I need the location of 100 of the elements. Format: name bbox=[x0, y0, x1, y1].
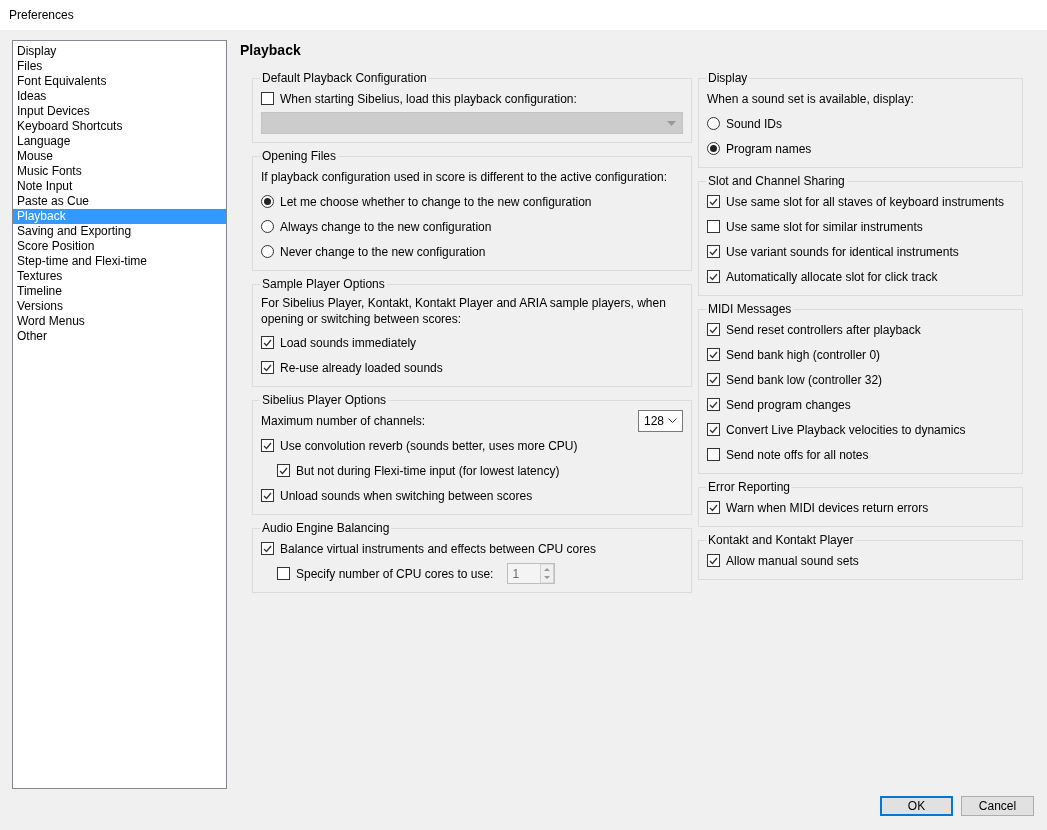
group-title: Error Reporting bbox=[707, 480, 792, 494]
category-item[interactable]: Note Input bbox=[13, 179, 226, 194]
category-item[interactable]: Word Menus bbox=[13, 314, 226, 329]
category-item[interactable]: Step-time and Flexi-time bbox=[13, 254, 226, 269]
checkmark-icon bbox=[709, 325, 718, 334]
radio-button[interactable] bbox=[261, 195, 274, 208]
group-title: Default Playback Configuration bbox=[261, 71, 428, 85]
category-item[interactable]: Paste as Cue bbox=[13, 194, 226, 209]
checkmark-icon bbox=[263, 338, 272, 347]
checkbox-label[interactable]: Load sounds immediately bbox=[280, 335, 417, 350]
checkbox-label[interactable]: But not during Flexi-time input (for lowest latency) bbox=[296, 463, 560, 478]
description-text: If playback configuration used in score is different to the active configuration: bbox=[261, 168, 667, 186]
checkmark-icon bbox=[709, 375, 718, 384]
radio-label[interactable]: Always change to the new configuration bbox=[280, 219, 492, 234]
radio-label[interactable]: Program names bbox=[726, 141, 812, 156]
category-item[interactable]: Input Devices bbox=[13, 104, 226, 119]
dialog-button[interactable]: OK bbox=[880, 796, 953, 816]
checkmark-icon bbox=[263, 441, 272, 450]
checkmark-icon bbox=[709, 247, 718, 256]
checkbox-label[interactable]: Send bank high (controller 0) bbox=[726, 347, 881, 362]
checkmark-icon bbox=[709, 556, 718, 565]
checkbox-label[interactable]: Unload sounds when switching between scores bbox=[280, 488, 533, 503]
checkbox-label[interactable]: Convert Live Playback velocities to dynamics bbox=[726, 422, 966, 437]
checkmark-icon bbox=[709, 272, 718, 281]
checkbox-label[interactable]: Warn when MIDI devices return errors bbox=[726, 500, 929, 515]
category-item[interactable]: Ideas bbox=[13, 89, 226, 104]
checkbox[interactable] bbox=[707, 220, 720, 233]
checkbox-label[interactable]: Send program changes bbox=[726, 397, 851, 412]
checkbox[interactable] bbox=[261, 489, 274, 502]
checkbox-label[interactable]: Use variant sounds for identical instruments bbox=[726, 244, 959, 259]
checkbox-label[interactable]: Send bank low (controller 32) bbox=[726, 372, 883, 387]
category-item[interactable]: Versions bbox=[13, 299, 226, 314]
checkbox[interactable] bbox=[707, 245, 720, 258]
category-item[interactable]: Music Fonts bbox=[13, 164, 226, 179]
checkmark-icon bbox=[709, 400, 718, 409]
description-text: For Sibelius Player, Kontakt, Kontakt Player and ARIA sample players, when opening or switching between scores: bbox=[261, 295, 667, 328]
checkbox[interactable] bbox=[261, 336, 274, 349]
checkbox[interactable] bbox=[261, 92, 274, 105]
category-item[interactable]: Display bbox=[13, 44, 226, 59]
category-item[interactable]: Keyboard Shortcuts bbox=[13, 119, 226, 134]
category-item[interactable]: Language bbox=[13, 134, 226, 149]
category-item[interactable]: Mouse bbox=[13, 149, 226, 164]
checkbox[interactable] bbox=[261, 439, 274, 452]
category-item[interactable]: Font Equivalents bbox=[13, 74, 226, 89]
checkbox[interactable] bbox=[707, 423, 720, 436]
group-title: Audio Engine Balancing bbox=[261, 521, 391, 535]
checkmark-icon bbox=[709, 503, 718, 512]
checkbox[interactable] bbox=[707, 323, 720, 336]
checkbox-label[interactable]: Use convolution reverb (sounds better, uses more CPU) bbox=[280, 438, 578, 453]
checkbox-label[interactable]: Re-use already loaded sounds bbox=[280, 360, 443, 375]
checkbox-label[interactable]: Balance virtual instruments and effects between CPU cores bbox=[280, 541, 596, 556]
radio-button[interactable] bbox=[707, 142, 720, 155]
description-text: When a sound set is available, display: bbox=[707, 90, 914, 108]
group-title: Sibelius Player Options bbox=[261, 393, 388, 407]
checkmark-icon bbox=[709, 425, 718, 434]
checkbox[interactable] bbox=[261, 542, 274, 555]
checkbox[interactable] bbox=[707, 554, 720, 567]
checkbox[interactable] bbox=[707, 195, 720, 208]
checkmark-icon bbox=[263, 544, 272, 553]
radio-label[interactable]: Let me choose whether to change to the new configuration bbox=[280, 194, 592, 209]
category-item[interactable]: Other bbox=[13, 329, 226, 344]
group-title: Slot and Channel Sharing bbox=[707, 174, 846, 188]
category-item[interactable]: Files bbox=[13, 59, 226, 74]
radio-label[interactable]: Never change to the new configuration bbox=[280, 244, 486, 259]
checkbox[interactable] bbox=[707, 373, 720, 386]
checkmark-icon bbox=[279, 466, 288, 475]
checkbox[interactable] bbox=[277, 464, 290, 477]
checkbox-label[interactable]: Use same slot for similar instruments bbox=[726, 219, 923, 234]
category-item[interactable]: Saving and Exporting bbox=[13, 224, 226, 239]
dialog-button[interactable]: Cancel bbox=[961, 796, 1034, 816]
checkmark-icon bbox=[709, 197, 718, 206]
checkbox[interactable] bbox=[707, 448, 720, 461]
radio-label[interactable]: Sound IDs bbox=[726, 116, 783, 131]
checkbox[interactable] bbox=[261, 361, 274, 374]
radio-button[interactable] bbox=[707, 117, 720, 130]
checkmark-icon bbox=[709, 350, 718, 359]
chevron-down-icon bbox=[668, 418, 677, 423]
checkbox[interactable] bbox=[707, 348, 720, 361]
category-item[interactable]: Score Position bbox=[13, 239, 226, 254]
group-title: Kontakt and Kontakt Player bbox=[707, 533, 855, 547]
checkmark-icon bbox=[263, 491, 272, 500]
checkbox-label[interactable]: Automatically allocate slot for click track bbox=[726, 269, 938, 284]
channels-select[interactable]: 128 bbox=[638, 409, 683, 432]
radio-button[interactable] bbox=[261, 245, 274, 258]
checkbox[interactable] bbox=[707, 398, 720, 411]
field-label: Maximum number of channels: bbox=[261, 413, 426, 428]
checkbox-label[interactable]: When starting Sibelius, load this playback configuration: bbox=[280, 91, 577, 106]
radio-button[interactable] bbox=[261, 220, 274, 233]
window-title: Preferences bbox=[9, 8, 74, 22]
checkbox-label[interactable]: Send reset controllers after playback bbox=[726, 322, 921, 337]
checkbox-label[interactable]: Send note offs for all notes bbox=[726, 447, 869, 462]
group-title: MIDI Messages bbox=[707, 302, 793, 316]
category-item[interactable]: Timeline bbox=[13, 284, 226, 299]
checkbox[interactable] bbox=[707, 501, 720, 514]
checkbox[interactable] bbox=[707, 270, 720, 283]
group-title: Sample Player Options bbox=[261, 277, 386, 291]
checkbox-label[interactable]: Allow manual sound sets bbox=[726, 553, 859, 568]
checkbox-label[interactable]: Use same slot for all staves of keyboard instruments bbox=[726, 194, 1005, 209]
category-item[interactable]: Textures bbox=[13, 269, 226, 284]
dropdown-arrow-icon bbox=[667, 120, 676, 126]
